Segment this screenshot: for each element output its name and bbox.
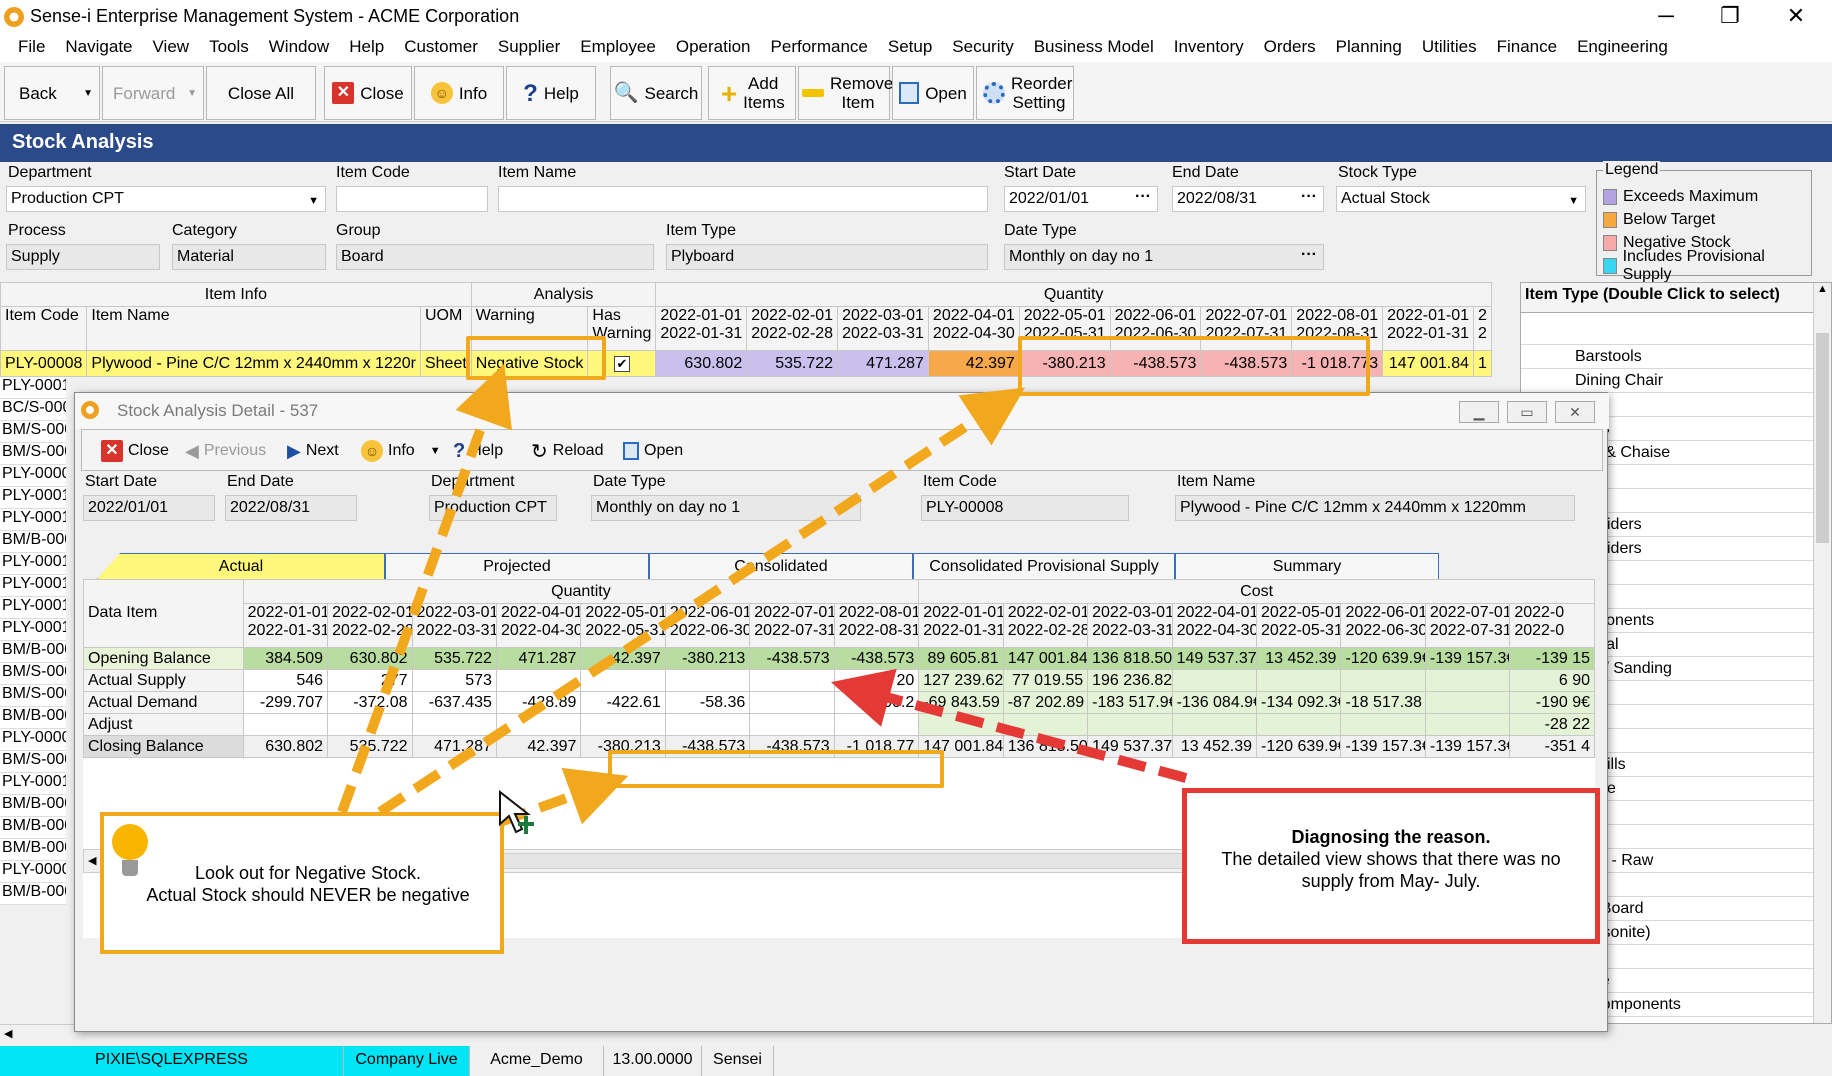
diagnosis-callout-body: The detailed view shows that there was n… bbox=[1221, 849, 1561, 891]
diagnosis-callout-title: Diagnosing the reason. bbox=[1291, 827, 1491, 847]
arrow-to-negative-main bbox=[377, 387, 1026, 817]
arrow-to-actual-supply bbox=[831, 668, 1188, 783]
lightbulb-icon bbox=[112, 824, 148, 860]
negative-stock-callout: Look out for Negative Stock. Actual Stoc… bbox=[100, 812, 504, 954]
diagnosis-callout: Diagnosing the reason. The detailed view… bbox=[1182, 788, 1600, 944]
mouse-pointer-icon bbox=[499, 790, 534, 834]
negative-stock-callout-text: Look out for Negative Stock. Actual Stoc… bbox=[146, 863, 470, 905]
